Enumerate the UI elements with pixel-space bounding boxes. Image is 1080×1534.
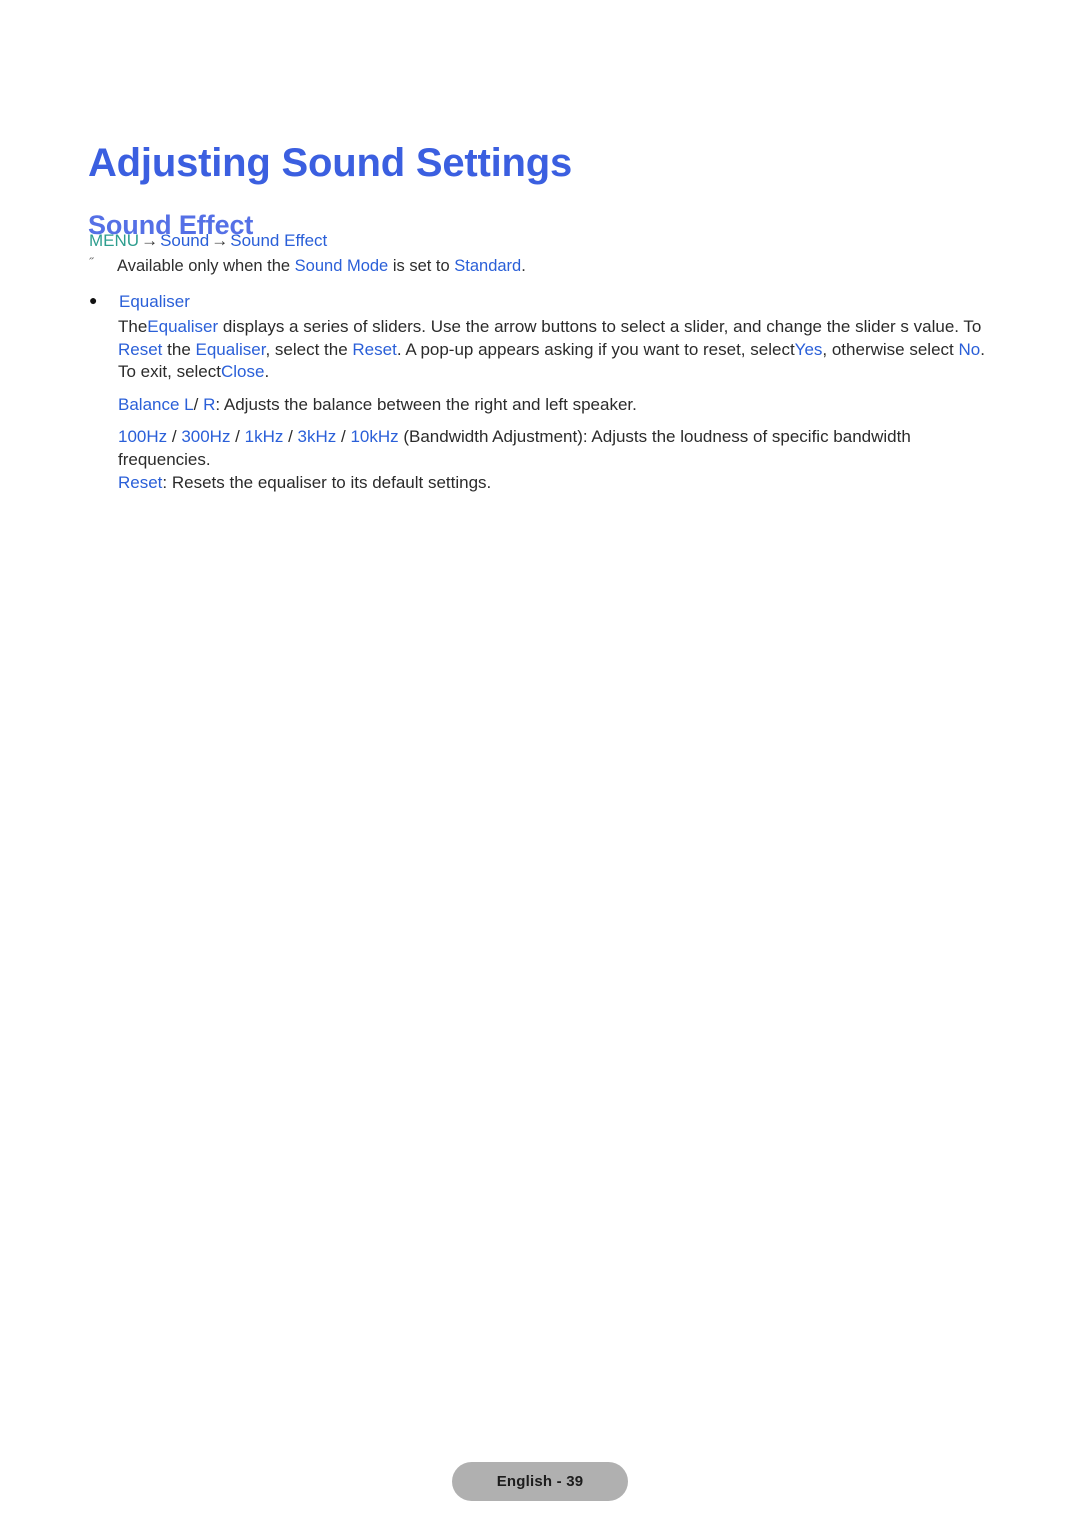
document-page: Adjusting Sound Settings Sound Effect ME…	[0, 0, 1080, 1534]
note-link-sound-mode: Sound Mode	[294, 257, 389, 275]
list-item-label: Equaliser	[119, 292, 190, 311]
paragraph-equaliser-description: TheEqualiser displays a series of slider…	[118, 316, 998, 384]
p3-sep-1: /	[167, 427, 182, 447]
p1-text-9: .	[264, 362, 270, 382]
list-item-equaliser: ● Equaliser	[89, 292, 190, 312]
note-link-standard: Standard	[454, 257, 522, 275]
paragraph-balance: Balance L/ R: Adjusts the balance betwee…	[118, 394, 998, 417]
p2-separator: /	[193, 394, 204, 414]
p3-sep-4: /	[336, 427, 351, 447]
p3-sep-3: /	[283, 427, 298, 447]
p3-sep-2: /	[230, 427, 245, 447]
p2-link-balance-r: R	[203, 394, 216, 414]
menu-path-step-sound: Sound	[160, 231, 210, 250]
bullet-dot-icon: ●	[89, 292, 98, 308]
menu-path-root: MENU	[89, 231, 140, 250]
note-marker-icon: ˝	[89, 255, 94, 270]
note-text-middle: is set to	[388, 257, 455, 275]
arrow-right-icon: →	[141, 231, 159, 250]
paragraph-reset: Reset: Resets the equaliser to its defau…	[118, 472, 998, 495]
note-text-after: .	[521, 257, 526, 275]
p4-link-reset: Reset	[118, 472, 163, 492]
p1-text-7: , otherwise select	[822, 339, 959, 359]
body-copy: TheEqualiser displays a series of slider…	[118, 316, 998, 494]
p1-text-1: The	[118, 317, 148, 336]
note-text: Available only when the Sound Mode is se…	[117, 257, 526, 275]
p3-link-3khz: 3kHz	[297, 427, 337, 447]
p2-link-balance-l: Balance L	[118, 394, 194, 414]
p1-link-reset-1: Reset	[118, 339, 163, 359]
p1-link-close: Close	[221, 362, 265, 382]
page-title: Adjusting Sound Settings	[88, 140, 573, 185]
p3-link-300hz: 300Hz	[181, 427, 231, 447]
p3-link-10khz: 10kHz	[350, 427, 399, 447]
p1-text-6: . A pop-up appears asking if you want to…	[396, 339, 795, 359]
availability-note: ˝ Available only when the Sound Mode is s…	[89, 255, 989, 276]
p1-link-reset-2: Reset	[352, 339, 397, 359]
p1-link-equaliser-2: Equaliser	[195, 339, 266, 359]
p2-text-1: : Adjusts the balance between the right …	[215, 394, 637, 414]
arrow-right-icon-2: →	[211, 231, 229, 250]
menu-path-step-sound-effect: Sound Effect	[230, 231, 328, 250]
p1-link-no: No	[958, 339, 981, 359]
paragraph-bandwidth: 100Hz / 300Hz / 1kHz / 3kHz / 10kHz (Ban…	[118, 426, 998, 471]
p3-link-1khz: 1kHz	[244, 427, 284, 447]
p1-text-4: the	[162, 339, 196, 359]
footer-page-badge: English - 39	[452, 1462, 628, 1501]
menu-path-breadcrumb: MENU → Sound → Sound Effect	[89, 231, 327, 251]
p1-text-3: To	[963, 317, 982, 336]
note-text-before: Available only when the	[117, 257, 295, 275]
p1-link-yes: Yes	[794, 339, 823, 359]
p4-text-1: : Resets the equaliser to its default se…	[162, 472, 492, 492]
footer-page-label: English - 39	[496, 1473, 584, 1490]
p3-link-100hz: 100Hz	[118, 427, 168, 447]
p1-text-2: displays a series of sliders. Use the ar…	[218, 317, 959, 336]
p1-link-equaliser: Equaliser	[147, 317, 219, 336]
p1-text-5: , select the	[265, 339, 353, 359]
